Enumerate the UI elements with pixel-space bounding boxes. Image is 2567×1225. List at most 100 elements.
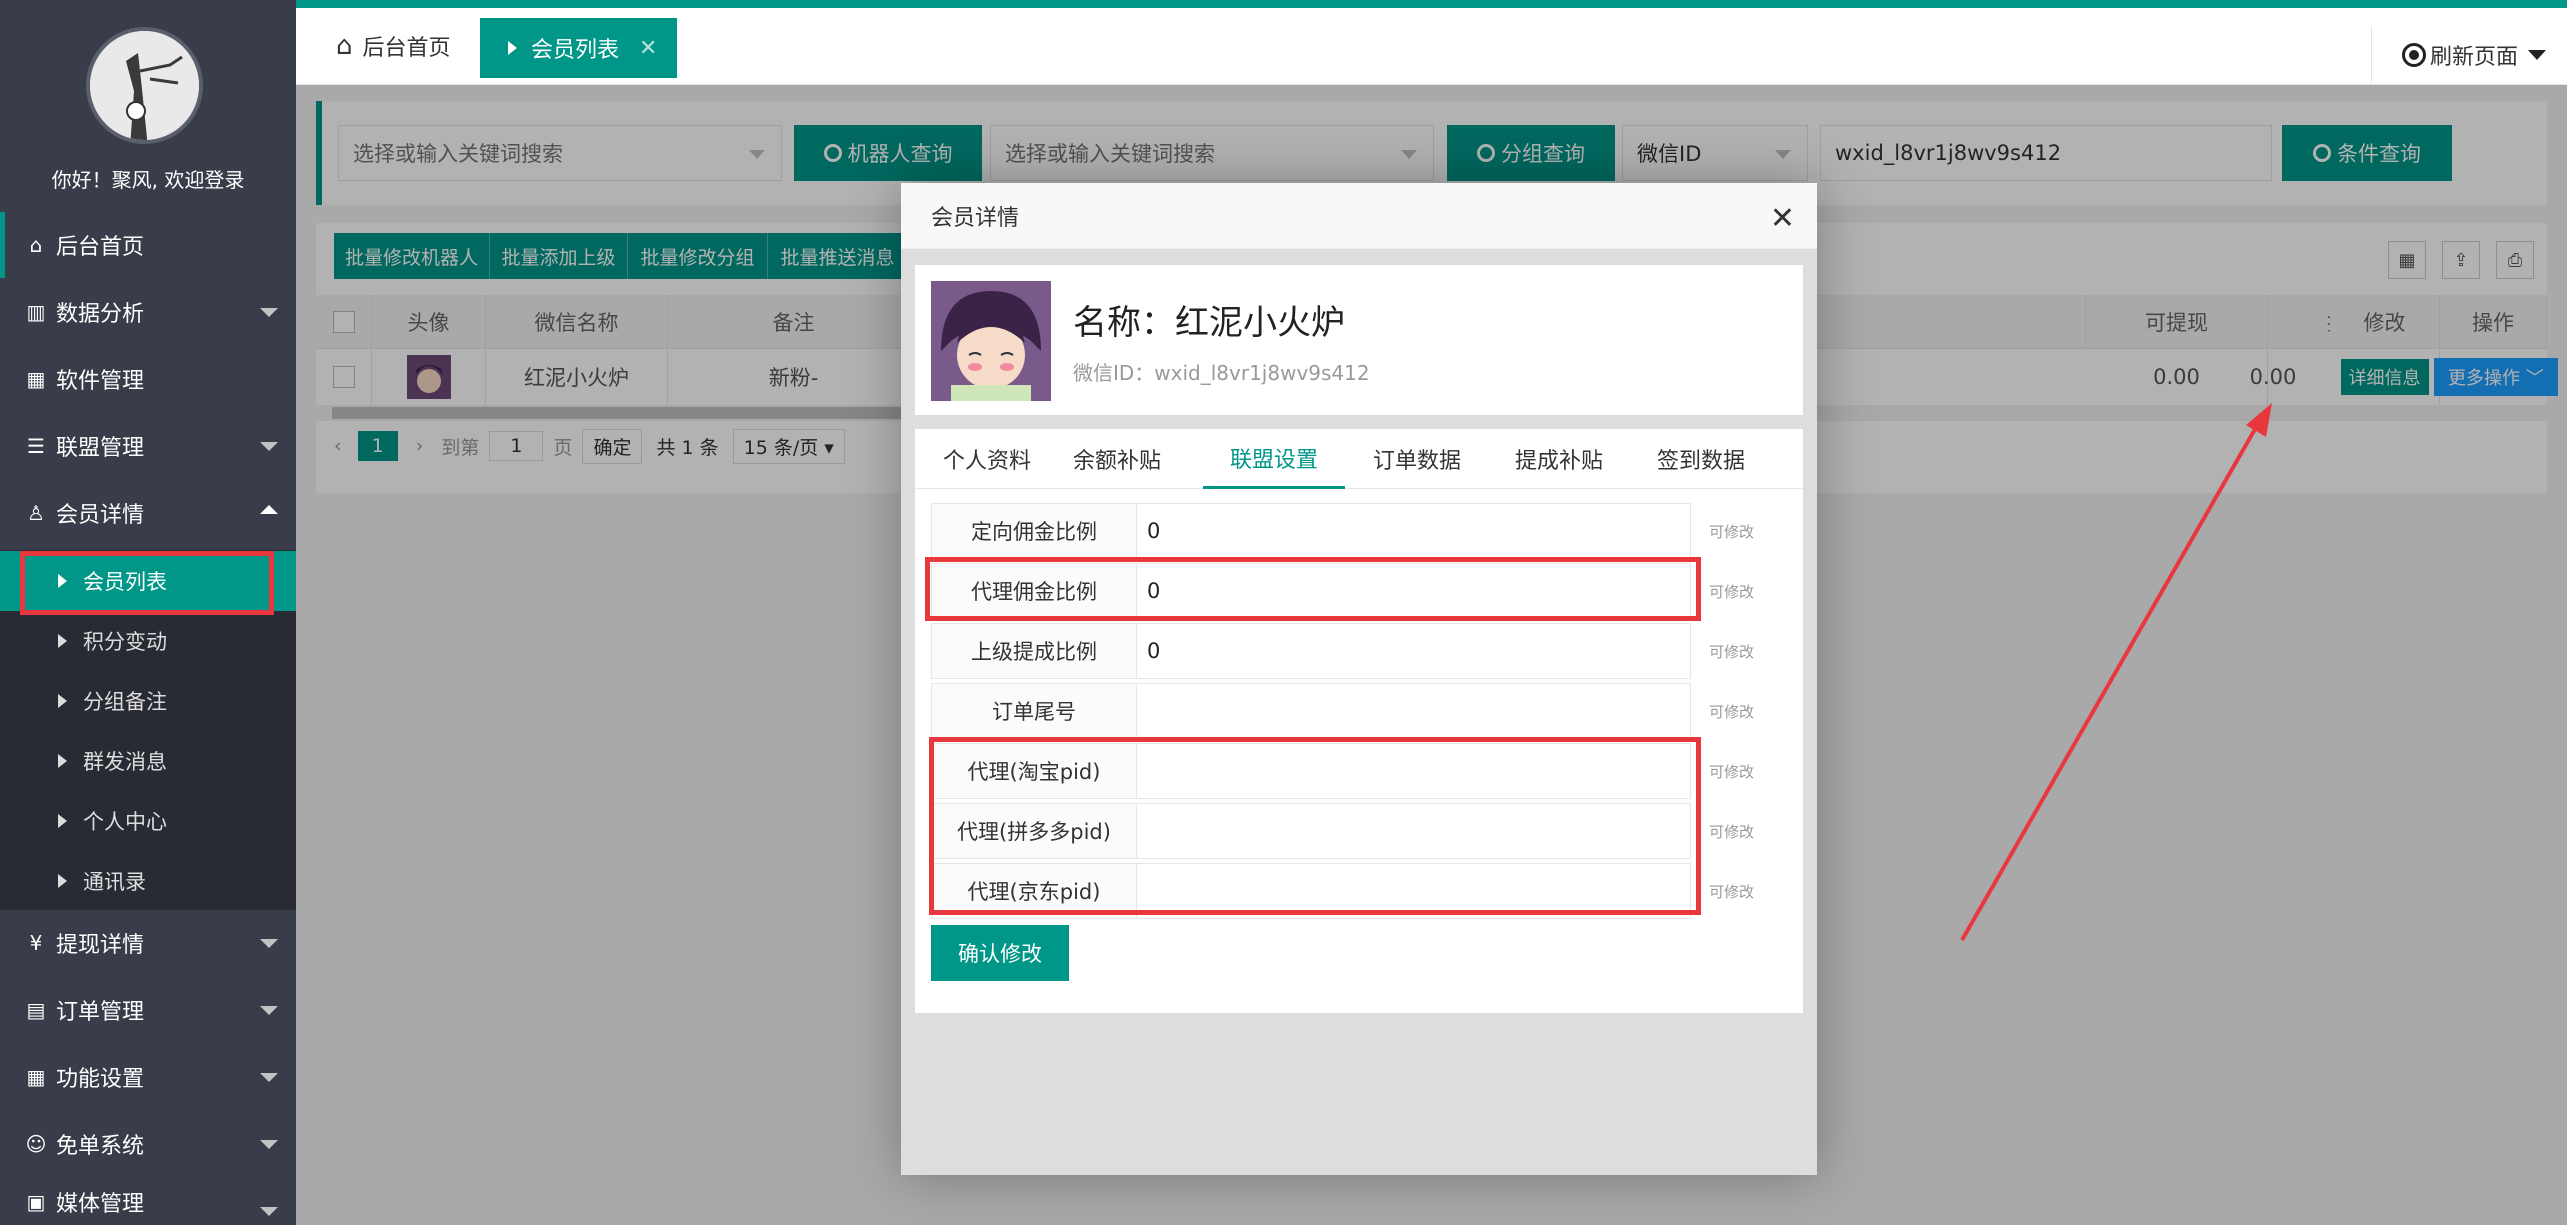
sidebar-subitem-label: 个人中心	[83, 810, 167, 834]
chevron-up-icon	[260, 505, 278, 514]
modal-title: 会员详情	[931, 205, 1020, 231]
editable-hint: 可修改	[1709, 643, 1755, 661]
highlight-box-agent-commission	[925, 557, 1701, 621]
sidebar-item-label: 媒体管理	[56, 1191, 145, 1217]
field-label: 上级提成比例	[932, 624, 1137, 678]
chevron-down-icon	[260, 442, 278, 451]
tab-commission-subsidy[interactable]: 提成补贴	[1501, 429, 1617, 489]
field-directed-commission: 定向佣金比例 0	[931, 503, 1691, 559]
chevron-down-icon	[260, 939, 278, 948]
sidebar-item-label: 会员详情	[56, 503, 145, 528]
sidebar-subitem-points[interactable]: 积分变动	[0, 611, 296, 671]
sidebar-item-label: 免单系统	[56, 1134, 145, 1159]
editable-hint: 可修改	[1709, 883, 1755, 901]
sidebar-item-home[interactable]: ⌂ 后台首页	[0, 212, 296, 278]
top-tab-bar: ⌂ 后台首页 会员列表 ✕ 刷新页面	[296, 0, 2567, 85]
sidebar-subitem-profile[interactable]: 个人中心	[0, 791, 296, 851]
chevron-down-icon	[260, 1073, 278, 1082]
sidebar-item-software[interactable]: ▦ 软件管理	[0, 346, 296, 412]
modal-header: 会员详情 ✕	[901, 183, 1817, 249]
caret-right-icon	[58, 814, 67, 828]
sidebar-item-media[interactable]: ▣ 媒体管理	[0, 1178, 296, 1225]
highlight-box-pid-fields	[929, 737, 1701, 915]
list-icon: ☰	[27, 434, 45, 458]
sidebar-item-alliance[interactable]: ☰ 联盟管理	[0, 413, 296, 479]
editable-hint: 可修改	[1709, 583, 1755, 601]
chevron-down-icon	[260, 1207, 278, 1216]
caret-right-icon	[58, 694, 67, 708]
confirm-edit-button[interactable]: 确认修改	[931, 925, 1069, 981]
tab-home[interactable]: ⌂ 后台首页	[336, 30, 451, 62]
field-input[interactable]: 0	[1147, 504, 1160, 558]
sidebar-subitem-label: 群发消息	[83, 750, 167, 774]
close-icon[interactable]: ✕	[1770, 201, 1795, 236]
editable-hint: 可修改	[1709, 763, 1755, 781]
sidebar-item-label: 数据分析	[56, 302, 145, 327]
caret-right-icon	[58, 634, 67, 648]
grid-icon: ▤	[26, 998, 46, 1022]
caret-right-icon	[508, 41, 517, 55]
tab-alliance-settings[interactable]: 联盟设置	[1203, 429, 1345, 489]
highlight-box-member-list	[20, 551, 274, 615]
sidebar-subitem-contacts[interactable]: 通讯录	[0, 851, 296, 911]
sidebar-item-label: 后台首页	[56, 235, 145, 260]
member-avatar	[931, 281, 1051, 401]
avatar[interactable]	[86, 27, 203, 144]
member-detail-modal: 会员详情 ✕ 名称：红泥小火炉 微信ID：wxid_l8vr1j8wv9s412…	[901, 183, 1817, 1175]
member-profile-card: 名称：红泥小火炉 微信ID：wxid_l8vr1j8wv9s412	[915, 265, 1803, 415]
radio-dot-icon	[2402, 43, 2426, 67]
tab-member-list[interactable]: 会员列表 ✕	[480, 18, 677, 78]
modal-tabs: 个人资料 余额补贴 联盟设置 订单数据 提成补贴 签到数据	[915, 429, 1803, 489]
chevron-down-icon	[260, 1006, 278, 1015]
field-order-suffix: 订单尾号	[931, 683, 1691, 739]
alliance-settings-form: 定向佣金比例 0 可修改 代理佣金比例 0 可修改 上级提成比例 0 可修改 订…	[915, 489, 1803, 1013]
apps-icon: ▦	[26, 1065, 46, 1089]
annotation-arrow	[1960, 403, 2272, 941]
editable-hint: 可修改	[1709, 823, 1755, 841]
sidebar-subitem-group-notes[interactable]: 分组备注	[0, 671, 296, 731]
sidebar-item-member[interactable]: ♙ 会员详情	[0, 480, 296, 546]
field-input[interactable]: 0	[1147, 624, 1160, 678]
sidebar-item-data-analysis[interactable]: ▥ 数据分析	[0, 279, 296, 345]
refresh-label: 刷新页面	[2430, 45, 2519, 70]
home-icon: ⌂	[336, 31, 353, 61]
tab-balance-subsidy[interactable]: 余额补贴	[1059, 429, 1175, 489]
caret-right-icon	[58, 754, 67, 768]
chevron-down-icon	[260, 308, 278, 317]
sidebar-subitem-label: 分组备注	[83, 690, 167, 714]
member-name: 名称：红泥小火炉	[1073, 303, 1345, 343]
editable-hint: 可修改	[1709, 523, 1755, 541]
member-wxid: 微信ID：wxid_l8vr1j8wv9s412	[1073, 361, 1370, 385]
sidebar-subitem-label: 通讯录	[83, 870, 146, 894]
sidebar-subitem-label: 积分变动	[83, 630, 167, 654]
image-icon: ▣	[26, 1189, 46, 1214]
tab-member-list-label: 会员列表	[531, 38, 620, 63]
field-label: 订单尾号	[932, 684, 1137, 738]
chevron-down-icon	[260, 1140, 278, 1149]
caret-right-icon	[58, 874, 67, 888]
sidebar-item-free-order[interactable]: ☺ 免单系统	[0, 1111, 296, 1177]
sidebar-item-settings[interactable]: ▦ 功能设置	[0, 1044, 296, 1110]
tab-checkin-data[interactable]: 签到数据	[1643, 429, 1759, 489]
sidebar-subitem-broadcast[interactable]: 群发消息	[0, 731, 296, 791]
home-icon: ⌂	[29, 233, 43, 257]
sidebar-item-withdraw[interactable]: ¥ 提现详情	[0, 910, 296, 976]
sidebar-item-label: 功能设置	[56, 1067, 145, 1092]
apps-icon: ▦	[26, 367, 46, 391]
sidebar-item-label: 软件管理	[56, 369, 145, 394]
chart-icon: ▥	[26, 300, 46, 324]
tab-order-data[interactable]: 订单数据	[1359, 429, 1475, 489]
field-label: 定向佣金比例	[932, 504, 1137, 558]
editable-hint: 可修改	[1709, 703, 1755, 721]
sidebar-item-label: 提现详情	[56, 933, 145, 958]
smile-icon: ☺	[25, 1132, 47, 1156]
field-parent-commission: 上级提成比例 0	[931, 623, 1691, 679]
welcome-text: 你好！聚风, 欢迎登录	[51, 168, 245, 192]
sidebar-item-label: 联盟管理	[56, 436, 145, 461]
sidebar-item-orders[interactable]: ▤ 订单管理	[0, 977, 296, 1043]
tab-personal-info[interactable]: 个人资料	[929, 429, 1045, 489]
tab-home-label: 后台首页	[362, 36, 451, 61]
refresh-page-button[interactable]: 刷新页面	[2371, 26, 2567, 84]
close-icon[interactable]: ✕	[639, 36, 657, 61]
user-icon: ♙	[27, 501, 45, 525]
